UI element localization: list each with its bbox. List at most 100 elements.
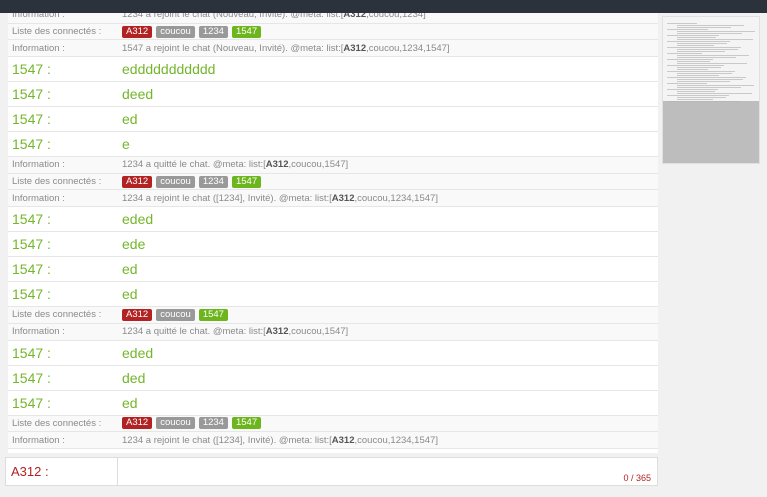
chat-message: 1547 : deed [8,82,658,108]
minimap-line [667,29,708,30]
row-content: 1234 a rejoint le chat (Nouveau, Invité)… [122,13,658,20]
row-label: 1547 : [12,61,51,78]
user-badge[interactable]: coucou [156,308,195,321]
message-input[interactable] [118,458,657,485]
info-rest: ,coucou,1547] [288,159,349,171]
row-label: 1547 : [12,344,51,361]
minimap-line [667,83,707,84]
minimap-line [677,27,731,28]
row-label: Liste des connectés : [12,176,102,188]
page-minimap[interactable] [662,16,760,164]
minimap-line [677,79,743,80]
info-text: 1234 a rejoint le chat (Nouveau, Invité)… [122,13,344,21]
row-label: 1547 : [12,286,51,303]
info-row: Information : 1234 a rejoint le chat (Nou… [8,13,658,24]
minimap-viewport[interactable] [663,101,759,163]
user-badge[interactable]: coucou [156,175,195,188]
info-highlight: A312 [265,326,289,338]
minimap-line [677,37,716,38]
info-highlight: A312 [331,192,355,204]
row-content: A312 coucou 1547 [122,308,658,321]
row-label: 1547 : [12,86,51,103]
chat-message: 1547 : ede [8,232,658,258]
minimap-line [677,99,713,100]
row-label: Information : [12,434,65,446]
minimap-line [677,69,708,70]
user-badge[interactable]: coucou [156,417,195,430]
minimap-line [677,97,726,98]
top-bar [0,0,767,13]
chat-message: 1547 : ded [8,366,658,391]
message-composer: A312 : 0 / 365 [5,457,658,486]
chat-message: 1547 : ed [8,257,658,283]
connected-users-row: Liste des connectés : A312 coucou 1234 1547 [8,23,658,41]
message-text: eddddddddddd [122,61,216,78]
user-badge[interactable]: 1234 [198,175,228,188]
info-text: 1234 a quitté le chat. @meta: list:[ [122,159,266,171]
connected-users-row: Liste des connectés : A312 coucou 1234 1547 [8,173,658,191]
info-row: Information : 1234 a quitté le chat. @met… [8,157,658,174]
user-badge[interactable]: 1547 [198,308,228,321]
info-rest: ,coucou,1547] [288,326,349,338]
minimap-line [677,31,755,32]
info-text: 1234 a quitté le chat. @meta: list:[ [122,326,266,338]
user-badge[interactable]: A312 [122,417,153,430]
chat-message: 1547 : ed [8,282,658,308]
user-badge[interactable]: A312 [122,25,153,38]
user-badge[interactable]: 1547 [231,417,262,430]
row-label: 1547 : [12,369,51,386]
chat-message: 1547 : ed [8,391,658,416]
composer-username: A312 : [6,458,118,485]
minimap-line [677,73,732,74]
user-badge[interactable]: 1547 [231,175,262,188]
minimap-line [677,61,710,62]
message-text: ed [122,394,138,411]
user-badge[interactable]: A312 [122,175,153,188]
row-label: Information : [12,192,65,204]
row-content: A312 coucou 1234 1547 [122,175,658,188]
minimap-line [677,39,753,40]
row-label: Liste des connectés : [12,417,102,429]
info-rest: ,coucou,1234,1547] [354,434,438,446]
row-label: Liste des connectés : [12,26,102,38]
info-highlight: A312 [343,42,367,54]
message-text: ede [122,236,146,253]
chat-message: 1547 : e [8,132,658,158]
user-badge[interactable]: 1234 [198,417,228,430]
char-counter: 0 / 365 [623,473,651,483]
minimap-line [677,51,725,52]
message-text: eded [122,344,154,361]
user-badge[interactable]: A312 [122,308,153,321]
minimap-line [677,81,730,82]
row-content: A312 coucou 1234 1547 [122,25,658,38]
chat-log[interactable]: Information : 1234 a rejoint le chat (Nou… [8,13,658,453]
minimap-line [667,59,713,60]
info-highlight: A312 [343,13,367,21]
info-text: 1234 a rejoint le chat ([1234], Invité).… [122,434,332,446]
message-text: eded [122,211,154,228]
user-badge[interactable]: coucou [156,25,195,38]
minimap-line [677,87,741,88]
minimap-line [667,95,729,96]
user-badge[interactable]: 1234 [198,25,228,38]
info-row: Information : 1234 a quitté le chat. @met… [8,323,658,341]
chat-message: 1547 : eded [8,207,658,233]
message-text: e [122,136,130,153]
minimap-line [667,47,741,48]
info-text: 1547 a rejoint le chat (Nouveau, Invité)… [122,42,344,54]
minimap-line [677,43,727,44]
minimap-line [677,93,752,94]
user-badge[interactable]: 1547 [231,25,262,38]
connected-users-row: Liste des connectés : A312 coucou 1234 1547 [8,415,658,433]
info-text: 1234 a rejoint le chat ([1234], Invité).… [122,192,332,204]
message-text: ed [122,111,138,128]
info-rest: ,coucou,1234,1547] [366,42,450,54]
minimap-line [677,55,749,56]
minimap-line [677,45,714,46]
row-label: 1547 : [12,236,51,253]
row-content: 1234 a quitté le chat. @meta: list:[A312… [122,159,658,170]
row-label: Information : [12,326,65,338]
minimap-line [677,67,721,68]
minimap-line [677,57,736,58]
info-highlight: A312 [265,159,289,171]
